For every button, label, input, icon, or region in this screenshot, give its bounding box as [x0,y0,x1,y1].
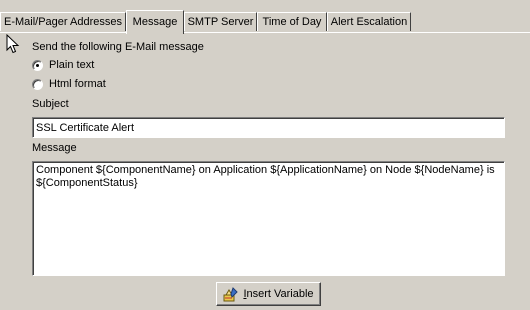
message-label: Message [32,142,77,154]
html-format-label[interactable]: Html format [49,78,106,91]
tab-email-pager-addresses[interactable]: E-Mail/Pager Addresses [0,12,126,31]
tab-baseline [0,32,530,33]
tab-smtp-server[interactable]: SMTP Server [184,12,257,31]
plain-text-label[interactable]: Plain text [49,59,94,72]
insert-variable-button[interactable]: Insert Variable [216,282,321,306]
insert-variable-label: Insert Variable [243,288,314,300]
mouse-pointer-icon [6,34,20,54]
tab-message[interactable]: Message [126,10,184,34]
tab-alert-escalation[interactable]: Alert Escalation [327,12,411,31]
html-format-radio[interactable] [32,79,43,90]
plain-text-radio[interactable] [32,60,43,71]
send-message-heading: Send the following E-Mail message [32,41,204,53]
subject-label: Subject [32,98,69,110]
tab-time-of-day[interactable]: Time of Day [257,12,327,31]
subject-input[interactable] [32,117,505,138]
message-textarea[interactable]: Component ${ComponentName} on Applicatio… [32,161,505,276]
insert-variable-icon [223,287,239,302]
tab-strip: E-Mail/Pager Addresses Message SMTP Serv… [0,0,530,34]
